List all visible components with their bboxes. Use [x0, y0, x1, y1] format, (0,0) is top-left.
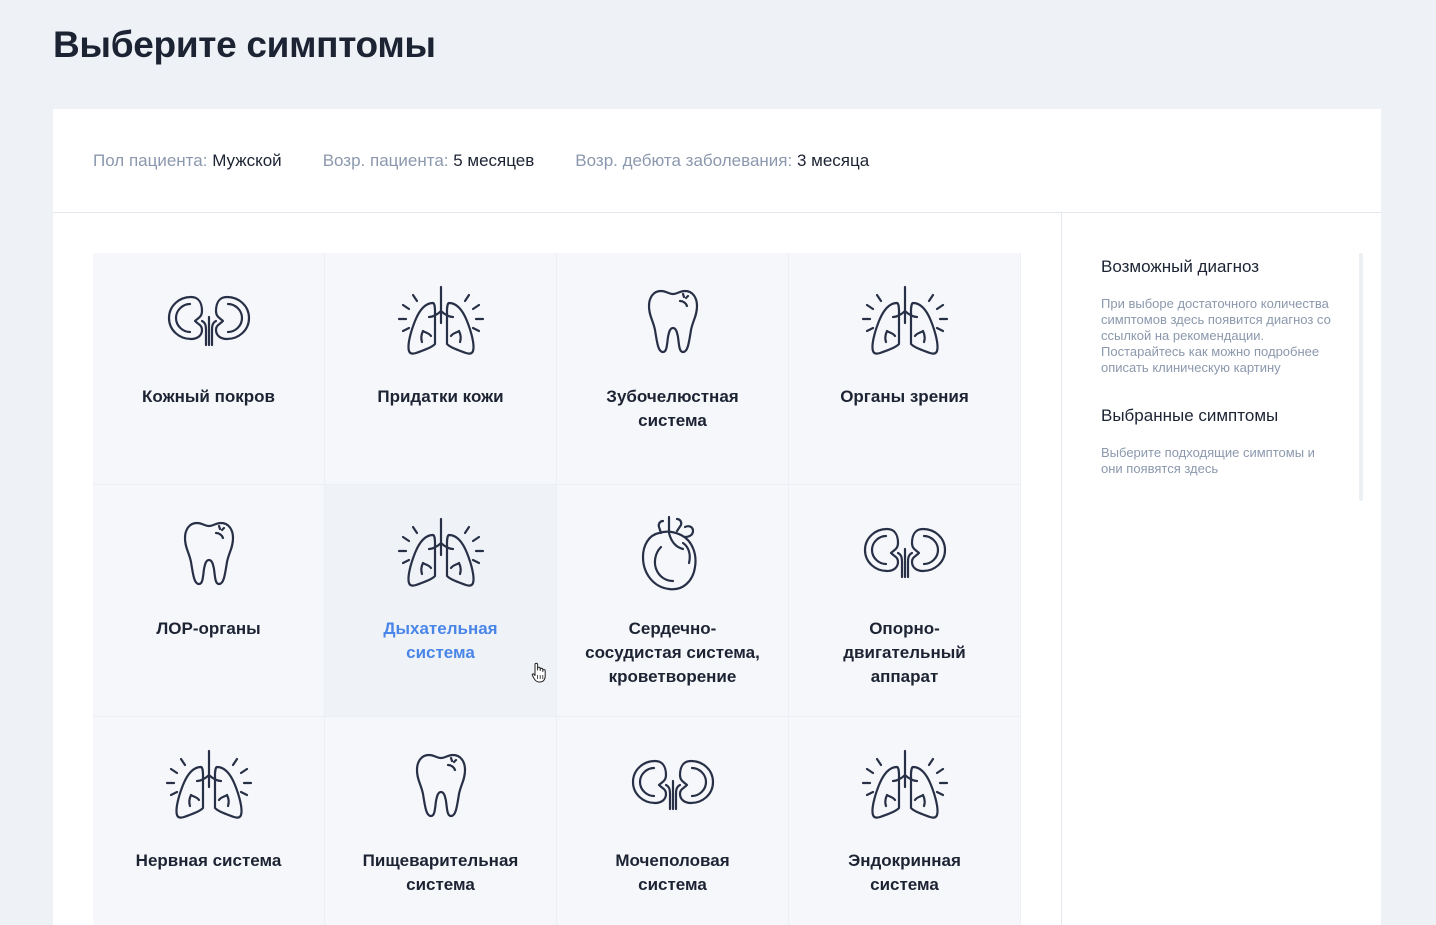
content-area: Кожный покров Придатки кожи Зубочелюстная …	[53, 213, 1381, 925]
category-grid: Кожный покров Придатки кожи Зубочелюстная …	[93, 253, 1021, 925]
category-label: Мочеполовая система	[615, 851, 730, 894]
patient-sex-value: Мужской	[212, 150, 282, 170]
diagnosis-title: Возможный диагноз	[1101, 257, 1260, 276]
category-label: Органы зрения	[840, 387, 969, 406]
selected-symptoms-title: Выбранные симптомы	[1101, 406, 1279, 425]
symptoms-card: Пол пациента: Мужской Возр. пациента: 5 …	[53, 109, 1381, 925]
category-tile[interactable]: Придатки кожи	[325, 253, 556, 484]
lungs-icon	[393, 513, 489, 591]
hand-cursor-icon	[531, 662, 547, 689]
patient-age-value: 5 месяцев	[453, 150, 535, 170]
tooth-icon	[625, 281, 721, 359]
patient-sex-label: Пол пациента:	[93, 150, 208, 170]
disease-onset: Возр. дебюта заболевания: 3 месяца	[575, 151, 869, 171]
lungs-icon	[161, 745, 257, 823]
category-label: Опорно-двигательный аппарат	[843, 619, 966, 686]
patient-age: Возр. пациента: 5 месяцев	[323, 151, 535, 171]
heart-icon	[625, 513, 721, 591]
category-tile[interactable]: Дыхательная система	[325, 485, 556, 716]
category-label: Сердечно-сосудистая система, кроветворен…	[585, 619, 760, 686]
category-label: Эндокринная система	[848, 851, 961, 894]
sidebar: Возможный диагноз При выборе достаточног…	[1101, 253, 1331, 477]
category-label: Дыхательная система	[383, 619, 498, 662]
disease-onset-label: Возр. дебюта заболевания:	[575, 150, 793, 170]
selected-symptoms-text: Выберите подходящие симптомы и они появя…	[1101, 445, 1315, 476]
patient-age-label: Возр. пациента:	[322, 150, 449, 170]
category-tile[interactable]: Эндокринная система	[789, 717, 1020, 925]
category-tile[interactable]: ЛОР-органы	[93, 485, 324, 716]
tooth-icon	[161, 513, 257, 591]
lungs-icon	[857, 281, 953, 359]
category-tile[interactable]: Опорно-двигательный аппарат	[789, 485, 1020, 716]
lungs-icon	[393, 281, 489, 359]
category-tile[interactable]: Мочеполовая система	[557, 717, 788, 925]
category-tile[interactable]: Пищеварительная система	[325, 717, 556, 925]
lungs-icon	[857, 745, 953, 823]
diagnosis-text: При выборе достаточного количества симпт…	[1101, 296, 1331, 375]
kidneys-icon	[161, 281, 257, 359]
sidebar-scrollbar[interactable]	[1359, 253, 1363, 501]
category-label: Кожный покров	[142, 387, 275, 406]
category-tile[interactable]: Сердечно-сосудистая система, кроветворен…	[557, 485, 788, 716]
column-divider	[1061, 213, 1062, 925]
category-tile[interactable]: Зубочелюстная система	[557, 253, 788, 484]
disease-onset-value: 3 месяца	[796, 150, 870, 170]
patient-sex: Пол пациента: Мужской	[93, 151, 282, 171]
patient-info-bar: Пол пациента: Мужской Возр. пациента: 5 …	[53, 109, 1381, 213]
category-label: Придатки кожи	[377, 387, 504, 406]
category-label: Зубочелюстная система	[606, 387, 739, 430]
category-tile[interactable]: Кожный покров	[93, 253, 324, 484]
tooth-icon	[393, 745, 489, 823]
category-tile[interactable]: Нервная система	[93, 717, 324, 925]
page-title: Выберите симптомы	[53, 24, 436, 65]
category-label: Нервная система	[135, 851, 282, 870]
category-label: ЛОР-органы	[156, 619, 261, 638]
kidneys-icon	[625, 745, 721, 823]
kidneys-icon	[857, 513, 953, 591]
category-tile[interactable]: Органы зрения	[789, 253, 1020, 484]
category-label: Пищеварительная система	[362, 851, 519, 894]
